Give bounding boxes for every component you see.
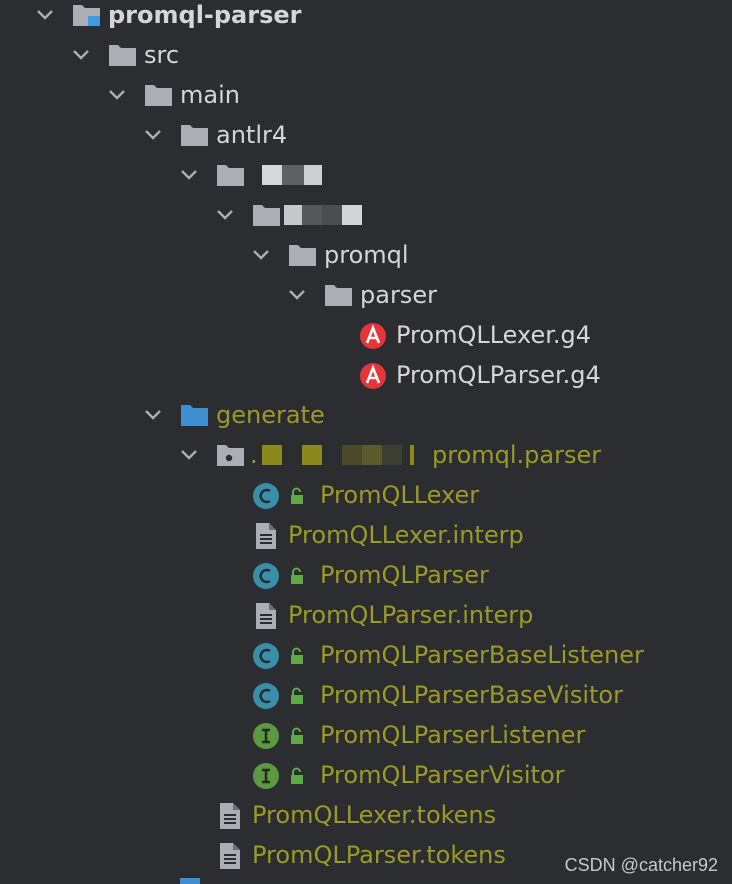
tree-label: antlr4 [216,121,288,149]
tree-row-parser-g4[interactable]: PromQLParser.g4 [0,355,732,395]
redacted-label [262,445,414,465]
package-prefix: . [250,441,258,469]
tree-row-redacted-2[interactable] [0,195,732,235]
folder-icon [144,82,174,108]
text-file-icon [218,842,242,869]
tree-label: PromQLParser.interp [288,601,534,629]
tree-label: PromQLParser.g4 [396,361,601,389]
tree-row-promql[interactable]: promql [0,235,732,275]
tree-row-redacted-1[interactable] [0,155,732,195]
lock-icon [288,647,306,665]
chevron-down-icon[interactable] [34,4,56,26]
lock-icon [288,767,306,785]
tree-row-file[interactable]: PromQLParserListener [0,715,732,755]
lock-icon [288,487,306,505]
tree-label: promql-parser [108,1,302,29]
tree-row-tokens[interactable]: PromQLLexer.tokens [0,795,732,835]
folder-icon [216,162,246,188]
tree-row-src[interactable]: src [0,35,732,75]
chevron-down-icon[interactable] [142,124,164,146]
tree-row-generate[interactable]: generate [0,395,732,435]
tree-row-file[interactable]: PromQLParserVisitor [0,755,732,795]
module-folder-icon [72,2,102,28]
text-file-icon [254,522,278,549]
chevron-down-icon[interactable] [286,284,308,306]
chevron-down-icon[interactable] [214,204,236,226]
tree-label: PromQLParserVisitor [320,761,565,789]
folder-icon [288,242,318,268]
folder-icon [180,878,200,884]
tree-label: promql.parser [432,441,602,469]
tree-row-root[interactable]: promql-parser [0,0,732,35]
package-icon [216,442,246,468]
watermark: CSDN @catcher92 [564,855,718,875]
tree-row-file[interactable]: PromQLLexer.interp [0,515,732,555]
folder-icon [180,122,210,148]
source-folder-icon [180,402,210,428]
tree-row-file[interactable]: PromQLLexer [0,475,732,515]
lock-icon [288,687,306,705]
text-file-icon [218,802,242,829]
folder-icon [252,202,282,228]
folder-icon [324,282,354,308]
tree-label: main [180,81,240,109]
tree-label: src [144,41,180,69]
project-tree: promql-parser src main antlr4 promql par… [0,0,732,884]
tree-row-main[interactable]: main [0,75,732,115]
tree-row-lexer-g4[interactable]: PromQLLexer.g4 [0,315,732,355]
tree-label: PromQLParserBaseVisitor [320,681,623,709]
tree-label: promql [324,241,409,269]
interface-icon [252,722,280,749]
chevron-down-icon[interactable] [106,84,128,106]
chevron-down-icon[interactable] [70,44,92,66]
redacted-label [284,205,362,225]
tree-label: PromQLLexer.tokens [252,801,497,829]
chevron-down-icon[interactable] [178,444,200,466]
tree-label: PromQLParserBaseListener [320,641,644,669]
tree-label: PromQLParserListener [320,721,586,749]
tree-row-antlr4[interactable]: antlr4 [0,115,732,155]
tree-row-file[interactable]: PromQLParser.interp [0,595,732,635]
tree-label: PromQLLexer [320,481,480,509]
tree-row-package[interactable]: . promql.parser [0,435,732,475]
tree-label: generate [216,401,325,429]
antlr-icon [358,362,388,389]
chevron-down-icon[interactable] [178,164,200,186]
lock-icon [288,567,306,585]
tree-label: parser [360,281,437,309]
class-icon [252,562,280,589]
chevron-down-icon[interactable] [142,404,164,426]
class-icon [252,642,280,669]
tree-row-parser[interactable]: parser [0,275,732,315]
folder-icon [108,42,138,68]
chevron-down-icon[interactable] [250,244,272,266]
antlr-icon [358,322,388,349]
tree-label: PromQLParser [320,561,489,589]
class-icon [252,482,280,509]
redacted-label [262,165,322,185]
interface-icon [252,762,280,789]
text-file-icon [254,602,278,629]
tree-row-file[interactable]: PromQLParserBaseListener [0,635,732,675]
tree-row-file[interactable]: PromQLParserBaseVisitor [0,675,732,715]
tree-label: PromQLParser.tokens [252,841,506,869]
tree-label: PromQLLexer.g4 [396,321,592,349]
lock-icon [288,727,306,745]
class-icon [252,682,280,709]
tree-row-file[interactable]: PromQLParser [0,555,732,595]
tree-label: PromQLLexer.interp [288,521,524,549]
